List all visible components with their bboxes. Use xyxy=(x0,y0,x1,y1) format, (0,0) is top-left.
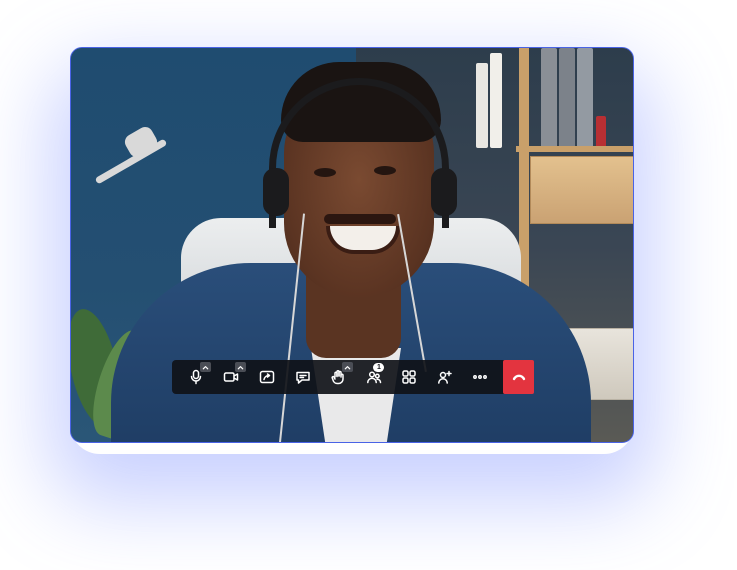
headset-earcup-right xyxy=(431,168,457,216)
binder xyxy=(541,48,557,148)
participant-count-badge: 1 xyxy=(373,363,385,372)
raise-hand-button[interactable] xyxy=(320,360,356,394)
chevron-up-icon xyxy=(344,365,351,369)
chat-button[interactable] xyxy=(285,360,321,394)
add-person-icon xyxy=(437,370,452,384)
call-toolbar: 1 xyxy=(172,360,534,394)
layout-grid-icon xyxy=(402,370,416,384)
binder xyxy=(559,48,575,148)
binder xyxy=(596,116,606,148)
binder xyxy=(577,48,593,148)
shelf xyxy=(516,146,633,152)
more-options-icon xyxy=(473,375,488,379)
chevron-up-icon xyxy=(202,365,208,369)
more-options-button[interactable] xyxy=(463,360,499,394)
camera-button[interactable] xyxy=(214,360,250,394)
end-call-icon xyxy=(512,374,525,381)
chevron-up-icon xyxy=(237,365,244,369)
headset-earcup-left xyxy=(263,168,289,216)
add-person-button[interactable] xyxy=(427,360,463,394)
book xyxy=(490,53,502,148)
microphone-options-caret[interactable] xyxy=(199,362,211,372)
raise-hand-options-caret[interactable] xyxy=(341,362,353,372)
share-screen-icon xyxy=(259,370,275,384)
microphone-button[interactable] xyxy=(178,360,214,394)
book xyxy=(476,63,488,148)
participants-button[interactable]: 1 xyxy=(356,360,392,394)
end-call-button[interactable] xyxy=(503,360,534,394)
cabinet-drawer xyxy=(530,156,633,224)
layout-button[interactable] xyxy=(391,360,427,394)
chat-icon xyxy=(295,371,310,384)
video-frame[interactable]: 1 xyxy=(70,47,634,443)
camera-options-caret[interactable] xyxy=(235,362,247,372)
page: 1 xyxy=(0,0,737,570)
share-screen-button[interactable] xyxy=(249,360,285,394)
